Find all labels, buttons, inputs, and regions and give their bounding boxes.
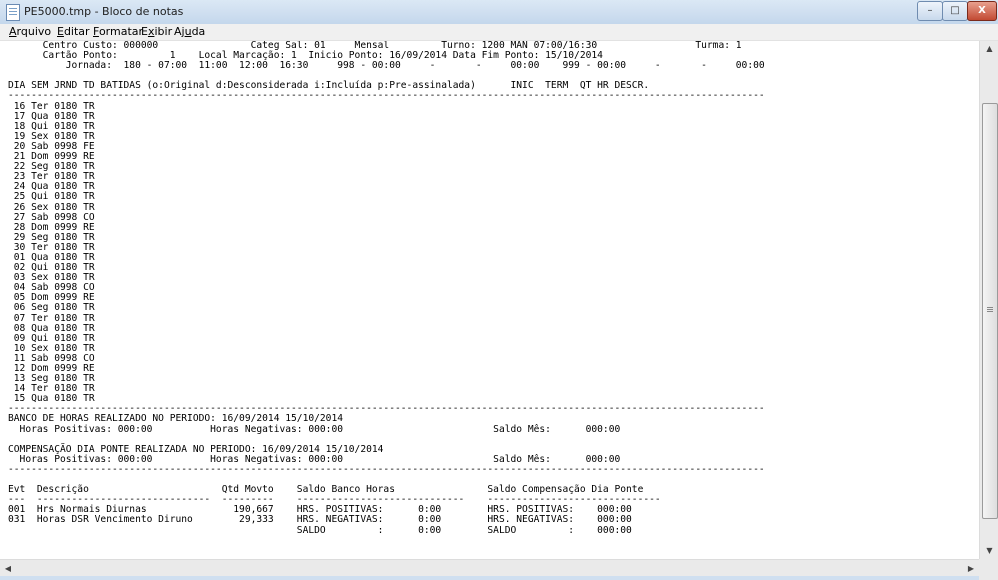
minimize-button[interactable]: –: [917, 1, 943, 21]
scroll-right-arrow-icon[interactable]: ▶: [963, 560, 979, 577]
text-editor[interactable]: Centro Custo: 000000 Categ Sal: 01 Mensa…: [0, 41, 979, 559]
horizontal-scrollbar[interactable]: ◀ ▶: [0, 559, 979, 577]
menu-arquivo[interactable]: Arquivo: [9, 25, 51, 38]
scroll-down-arrow-icon[interactable]: ▼: [980, 543, 998, 559]
scroll-left-arrow-icon[interactable]: ◀: [0, 560, 16, 577]
grip-icon: [987, 307, 993, 308]
vertical-scroll-thumb[interactable]: [982, 103, 998, 519]
notepad-window: PE5000.tmp - Bloco de notas – □ X Arquiv…: [0, 0, 998, 580]
document-text[interactable]: Centro Custo: 000000 Categ Sal: 01 Mensa…: [0, 41, 979, 536]
menu-exibir[interactable]: Exibir: [141, 25, 172, 38]
notepad-icon: [6, 4, 20, 21]
close-button[interactable]: X: [967, 1, 997, 21]
window-frame-bottom: [0, 576, 979, 580]
menu-bar: Arquivo Editar Formatar Exibir Ajuda: [0, 24, 998, 41]
maximize-button[interactable]: □: [942, 1, 968, 21]
menu-ajuda[interactable]: Ajuda: [174, 25, 205, 38]
resize-grip[interactable]: [979, 559, 998, 580]
title-bar[interactable]: PE5000.tmp - Bloco de notas – □ X: [0, 0, 998, 24]
menu-formatar[interactable]: Formatar: [93, 25, 143, 38]
vertical-scrollbar[interactable]: ▲ ▼: [979, 41, 998, 559]
scroll-up-arrow-icon[interactable]: ▲: [980, 41, 998, 57]
menu-editar[interactable]: Editar: [57, 25, 90, 38]
window-title: PE5000.tmp - Bloco de notas: [24, 5, 184, 18]
